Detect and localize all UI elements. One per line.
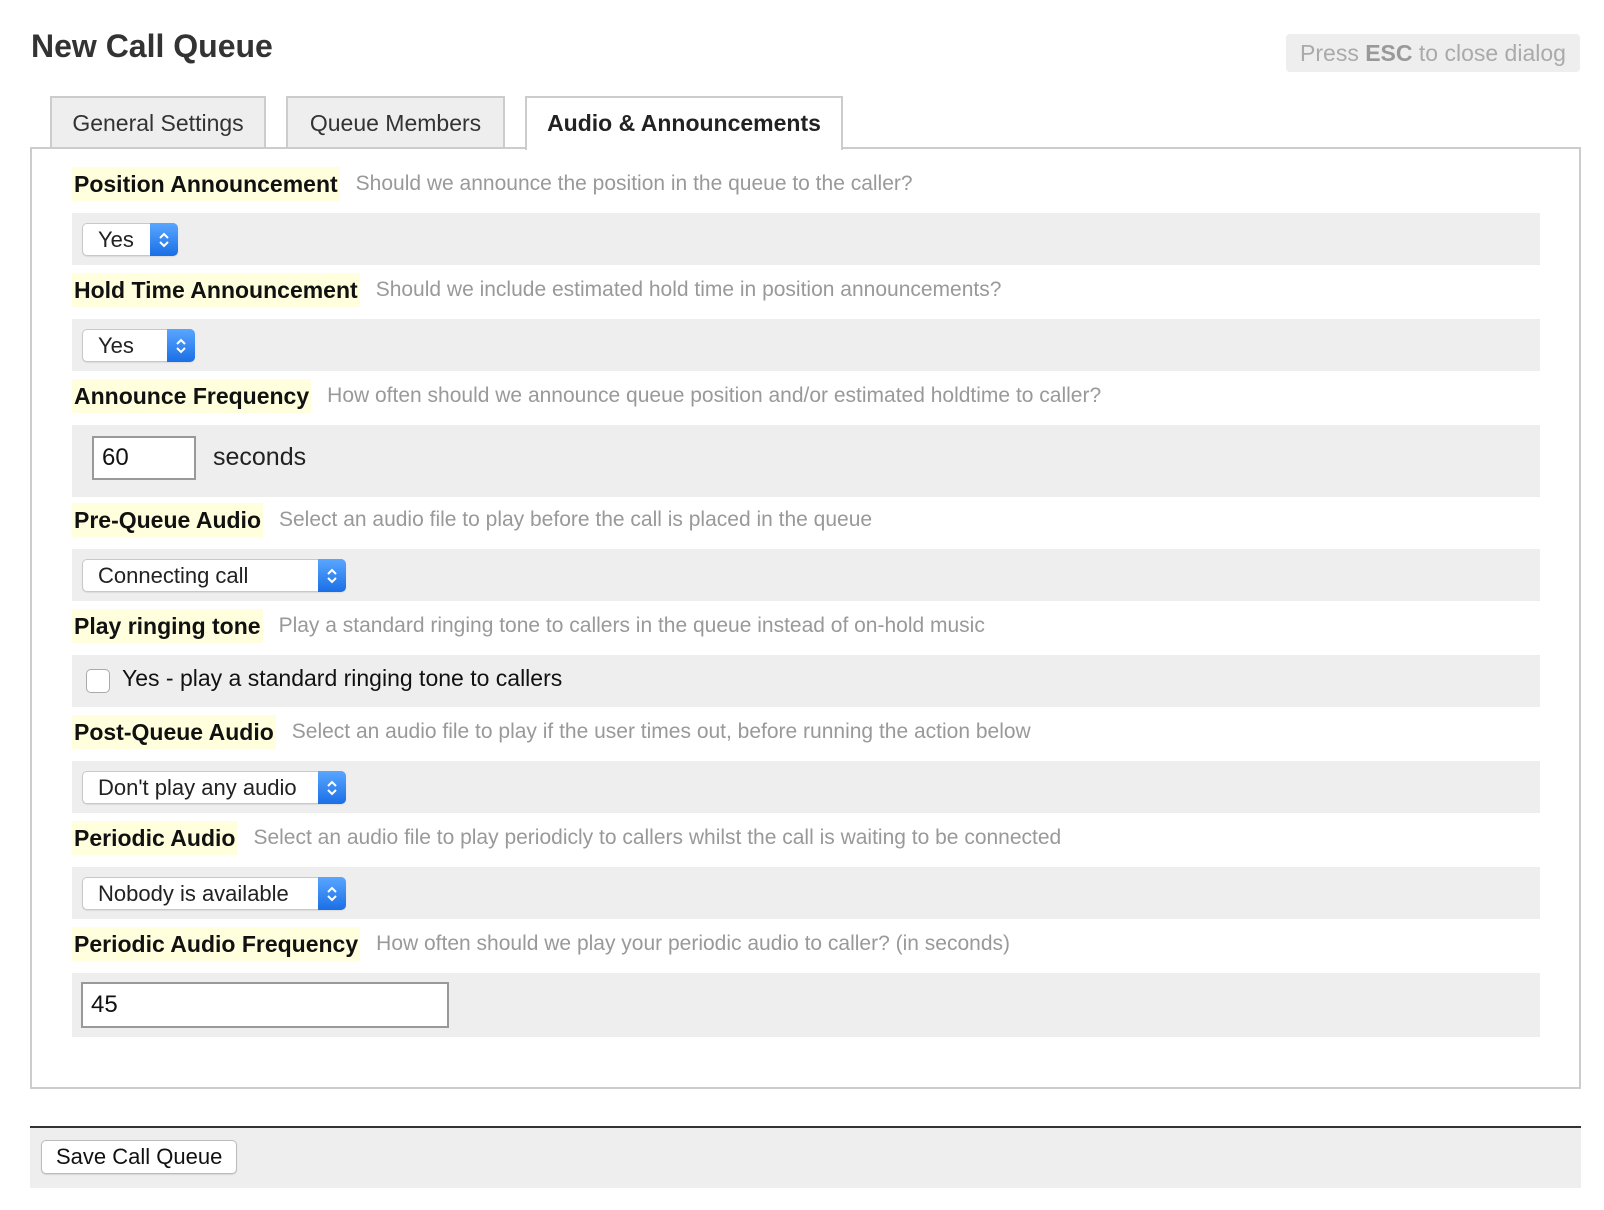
ringing-tone-checkbox[interactable] bbox=[86, 669, 110, 693]
select-arrows-icon bbox=[318, 771, 346, 804]
periodic-audio-label: Periodic Audio Select an audio file to p… bbox=[72, 821, 1061, 855]
field-name: Periodic Audio Frequency bbox=[72, 927, 361, 961]
select-arrows-icon bbox=[167, 329, 195, 362]
announce-frequency-input[interactable] bbox=[92, 436, 196, 480]
pre-queue-audio-select[interactable]: Connecting call bbox=[82, 559, 346, 592]
pre-queue-audio-row: Connecting call bbox=[72, 549, 1540, 601]
periodic-audio-frequency-label: Periodic Audio Frequency How often shoul… bbox=[72, 927, 1010, 961]
field-description: Should we include estimated hold time in… bbox=[375, 278, 1002, 301]
field-description: Select an audio file to play periodicly … bbox=[253, 826, 1062, 849]
select-value: Yes bbox=[98, 227, 134, 252]
unit-label: seconds bbox=[213, 443, 307, 471]
ringing-tone-checkbox-label[interactable]: Yes - play a standard ringing tone to ca… bbox=[122, 665, 562, 692]
select-value: Yes bbox=[98, 333, 134, 358]
play-ringing-tone-row: Yes - play a standard ringing tone to ca… bbox=[72, 655, 1540, 707]
dialog-footer: Save Call Queue bbox=[30, 1128, 1581, 1188]
post-queue-audio-label: Post-Queue Audio Select an audio file to… bbox=[72, 715, 1031, 749]
tab-queue-members[interactable]: Queue Members bbox=[286, 96, 505, 148]
post-queue-audio-row: Don't play any audio bbox=[72, 761, 1540, 813]
field-name: Announce Frequency bbox=[72, 379, 312, 413]
field-description: How often should we announce queue posit… bbox=[327, 384, 1102, 407]
page-title: New Call Queue bbox=[31, 28, 273, 64]
field-name: Position Announcement bbox=[72, 167, 340, 201]
tab-audio-announcements[interactable]: Audio & Announcements bbox=[525, 96, 843, 150]
save-call-queue-button[interactable]: Save Call Queue bbox=[41, 1140, 238, 1174]
field-name: Pre-Queue Audio bbox=[72, 503, 263, 537]
field-description: How often should we play your periodic a… bbox=[376, 932, 1011, 955]
periodic-audio-frequency-input[interactable] bbox=[81, 982, 449, 1028]
select-value: Nobody is available bbox=[98, 881, 289, 906]
esc-close-hint: Press ESC to close dialog bbox=[1286, 34, 1580, 72]
play-ringing-tone-label: Play ringing tone Play a standard ringin… bbox=[72, 609, 985, 643]
position-announcement-row: Yes bbox=[72, 213, 1540, 265]
field-description: Select an audio file to play before the … bbox=[279, 508, 873, 531]
select-arrows-icon bbox=[318, 559, 346, 592]
select-value: Don't play any audio bbox=[98, 775, 297, 800]
select-arrows-icon bbox=[318, 877, 346, 910]
pre-queue-audio-label: Pre-Queue Audio Select an audio file to … bbox=[72, 503, 872, 537]
periodic-audio-frequency-row bbox=[72, 973, 1540, 1037]
field-description: Play a standard ringing tone to callers … bbox=[278, 614, 985, 637]
periodic-audio-row: Nobody is available bbox=[72, 867, 1540, 919]
field-name: Hold Time Announcement bbox=[72, 273, 360, 307]
field-description: Should we announce the position in the q… bbox=[355, 172, 913, 195]
hold-time-announcement-row: Yes bbox=[72, 319, 1540, 371]
post-queue-audio-select[interactable]: Don't play any audio bbox=[82, 771, 346, 804]
hold-time-announcement-label: Hold Time Announcement Should we include… bbox=[72, 273, 1001, 307]
field-name: Post-Queue Audio bbox=[72, 715, 276, 749]
field-description: Select an audio file to play if the user… bbox=[291, 720, 1031, 743]
periodic-audio-select[interactable]: Nobody is available bbox=[82, 877, 346, 910]
field-name: Play ringing tone bbox=[72, 609, 263, 643]
hold-time-announcement-select[interactable]: Yes bbox=[82, 329, 195, 362]
announce-frequency-row: seconds bbox=[72, 425, 1540, 497]
select-value: Connecting call bbox=[98, 563, 249, 588]
select-arrows-icon bbox=[150, 223, 178, 256]
audio-announcements-panel: Position Announcement Should we announce… bbox=[30, 147, 1581, 1089]
announce-frequency-label: Announce Frequency How often should we a… bbox=[72, 379, 1101, 413]
field-name: Periodic Audio bbox=[72, 821, 238, 855]
position-announcement-select[interactable]: Yes bbox=[82, 223, 178, 256]
position-announcement-label: Position Announcement Should we announce… bbox=[72, 167, 913, 201]
tab-general-settings[interactable]: General Settings bbox=[50, 96, 266, 148]
